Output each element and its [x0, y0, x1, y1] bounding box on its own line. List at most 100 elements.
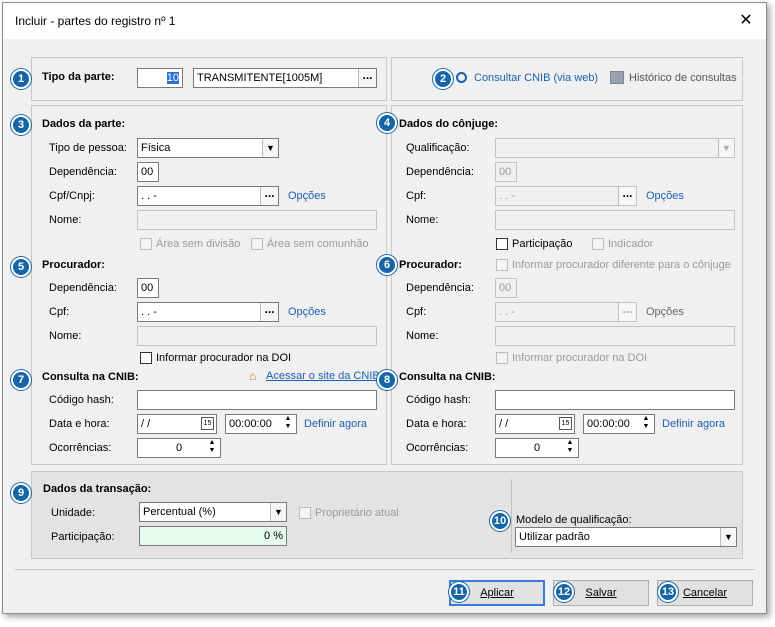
conjuge-proc-dependencia-value: 00 — [499, 282, 512, 294]
conjuge-proc-cpf-label: Cpf: — [406, 306, 427, 318]
unidade-select[interactable]: Percentual (%) — [139, 502, 287, 522]
conjuge-proc-nome-label: Nome: — [406, 330, 439, 342]
tipo-parte-label: Tipo da parte: — [42, 71, 115, 83]
cpf-lookup-button[interactable]: ... — [260, 187, 278, 205]
procurador-dependencia-label: Dependência: — [49, 282, 117, 294]
badge-3: 3 — [11, 115, 31, 135]
tipo-parte-value-input[interactable]: TRANSMITENTE[1005M] — [193, 68, 377, 88]
badge-5: 5 — [11, 257, 31, 277]
qualificacao-chevron-down-icon[interactable]: ▼ — [718, 139, 734, 157]
search-icon — [456, 72, 467, 83]
participacao-label: Participação — [512, 238, 573, 250]
close-icon[interactable]: ✕ — [735, 10, 757, 32]
tipo-pessoa-select[interactable]: Física — [137, 138, 279, 158]
badge-11: 11 — [449, 582, 469, 602]
window-title: Incluir - partes do registro nº 1 — [15, 14, 176, 28]
participacao-transacao-label: Participação: — [51, 531, 115, 543]
badge-2: 2 — [433, 69, 453, 89]
unidade-chevron-down-icon[interactable]: ▼ — [270, 503, 286, 521]
nome-label: Nome: — [49, 214, 82, 226]
informar-procurador-diferente-label: Informar procurador diferente para o côn… — [512, 259, 731, 271]
procurador-dependencia-input[interactable]: 00 — [137, 278, 159, 298]
conjuge-proc-dependencia-label: Dependência: — [406, 282, 474, 294]
tipo-parte-code-input[interactable]: 10 — [137, 68, 183, 88]
definir-agora-link[interactable]: Definir agora — [304, 418, 367, 430]
tipo-parte-lookup-button[interactable]: ... — [358, 69, 376, 87]
conjuge-cpf-label: Cpf: — [406, 190, 427, 202]
aplicar-label: Aplicar — [480, 587, 514, 599]
history-icon — [610, 71, 624, 84]
dialog-window: Incluir - partes do registro nº 1 ✕ Tipo… — [2, 2, 767, 614]
conjuge-informar-doi-label: Informar procurador na DOI — [512, 352, 648, 364]
qualificacao-select[interactable] — [495, 138, 735, 158]
historico-consultas-link[interactable]: Histórico de consultas — [629, 72, 737, 84]
hora-spinner[interactable]: ▲ ▼ — [281, 415, 295, 433]
procurador-opcoes-link[interactable]: Opções — [288, 306, 326, 318]
proprietario-atual-checkbox[interactable] — [299, 507, 311, 519]
conjuge-proc-cpf-lookup-button[interactable]: ... — [618, 303, 636, 321]
procurador-title: Procurador: — [42, 259, 105, 271]
conjuge-cpf-lookup-button[interactable]: ... — [618, 187, 636, 205]
conjuge-hora-spinner[interactable]: ▲ ▼ — [639, 415, 653, 433]
consultar-cnib-link[interactable]: Consultar CNIB (via web) — [474, 72, 598, 84]
dados-parte-title: Dados da parte: — [42, 118, 126, 130]
badge-1: 1 — [11, 69, 31, 89]
conjuge-ocorrencias-label: Ocorrências: — [406, 442, 469, 454]
conjuge-codigo-hash-input[interactable] — [495, 390, 735, 410]
conjuge-definir-agora-link[interactable]: Definir agora — [662, 418, 725, 430]
chevron-down-icon[interactable]: ▼ — [262, 139, 278, 157]
modelo-qualificacao-select[interactable]: Utilizar padrão — [515, 527, 737, 547]
codigo-hash-input[interactable] — [137, 390, 377, 410]
conjuge-hora-value: 00:00:00 — [587, 418, 630, 430]
tipo-parte-code: 10 — [166, 72, 179, 84]
informar-procurador-doi-checkbox[interactable] — [140, 352, 152, 364]
conjuge-informar-doi-checkbox[interactable] — [496, 352, 508, 364]
procurador-cpf-lookup-button[interactable]: ... — [260, 303, 278, 321]
conjuge-codigo-hash-label: Código hash: — [406, 394, 471, 406]
conjuge-dependencia-input[interactable]: 00 — [495, 162, 517, 182]
participacao-checkbox[interactable] — [496, 238, 508, 250]
conjuge-nome-label: Nome: — [406, 214, 439, 226]
conjuge-cpf-value: . . - — [499, 190, 515, 202]
opcoes-link[interactable]: Opções — [288, 190, 326, 202]
area-sem-comunhao-checkbox[interactable] — [251, 238, 263, 250]
indicador-checkbox[interactable] — [592, 238, 604, 250]
cpf-cnpj-input[interactable]: . . - — [137, 186, 279, 206]
ocorrencias-spinner[interactable]: ▲ ▼ — [205, 439, 219, 457]
cancelar-label: Cancelar — [682, 587, 728, 599]
procurador-cpf-input[interactable]: . . - — [137, 302, 279, 322]
cpf-cnpj-value: . . - — [141, 190, 157, 202]
conjuge-proc-dependencia-input[interactable]: 00 — [495, 278, 517, 298]
tipo-pessoa-label: Tipo de pessoa: — [49, 142, 127, 154]
conjuge-proc-nome-input[interactable] — [495, 326, 735, 346]
dependencia-input[interactable]: 00 — [137, 162, 159, 182]
conjuge-proc-opcoes-link[interactable]: Opções — [646, 306, 684, 318]
procurador-nome-input[interactable] — [137, 326, 377, 346]
conjuge-opcoes-link[interactable]: Opções — [646, 190, 684, 202]
qualificacao-label: Qualificação: — [406, 142, 470, 154]
ocorrencias-value: 0 — [175, 442, 183, 454]
title-bar: Incluir - partes do registro nº 1 ✕ — [3, 3, 766, 39]
conjuge-proc-cpf-value: . . - — [499, 306, 515, 318]
conjuge-proc-cpf-input[interactable]: . . - — [495, 302, 637, 322]
conjuge-nome-input[interactable] — [495, 210, 735, 230]
conjuge-data-value: / / — [499, 418, 509, 430]
conjuge-cpf-input[interactable]: . . - — [495, 186, 637, 206]
participacao-input[interactable]: 0 % — [139, 526, 287, 546]
acessar-site-cnib-link[interactable]: Acessar o site da CNIB — [266, 370, 380, 382]
informar-procurador-diferente-checkbox[interactable] — [496, 259, 508, 271]
data-value: / / — [141, 418, 151, 430]
modelo-chevron-down-icon[interactable]: ▼ — [720, 528, 736, 546]
modelo-qualificacao-label: Modelo de qualificação: — [516, 514, 632, 526]
modelo-qualificacao-value: Utilizar padrão — [519, 531, 590, 543]
calendar-icon[interactable]: 15 — [201, 417, 214, 430]
dependencia-value: 00 — [141, 166, 154, 178]
nome-input[interactable] — [137, 210, 377, 230]
conjuge-ocorrencias-spinner[interactable]: ▲ ▼ — [563, 439, 577, 457]
badge-10: 10 — [490, 511, 510, 531]
badge-4: 4 — [377, 113, 397, 133]
area-sem-divisao-checkbox[interactable] — [140, 238, 152, 250]
procurador-cpf-value: . . - — [141, 306, 157, 318]
procurador-nome-label: Nome: — [49, 330, 82, 342]
conjuge-calendar-icon[interactable]: 15 — [559, 417, 572, 430]
